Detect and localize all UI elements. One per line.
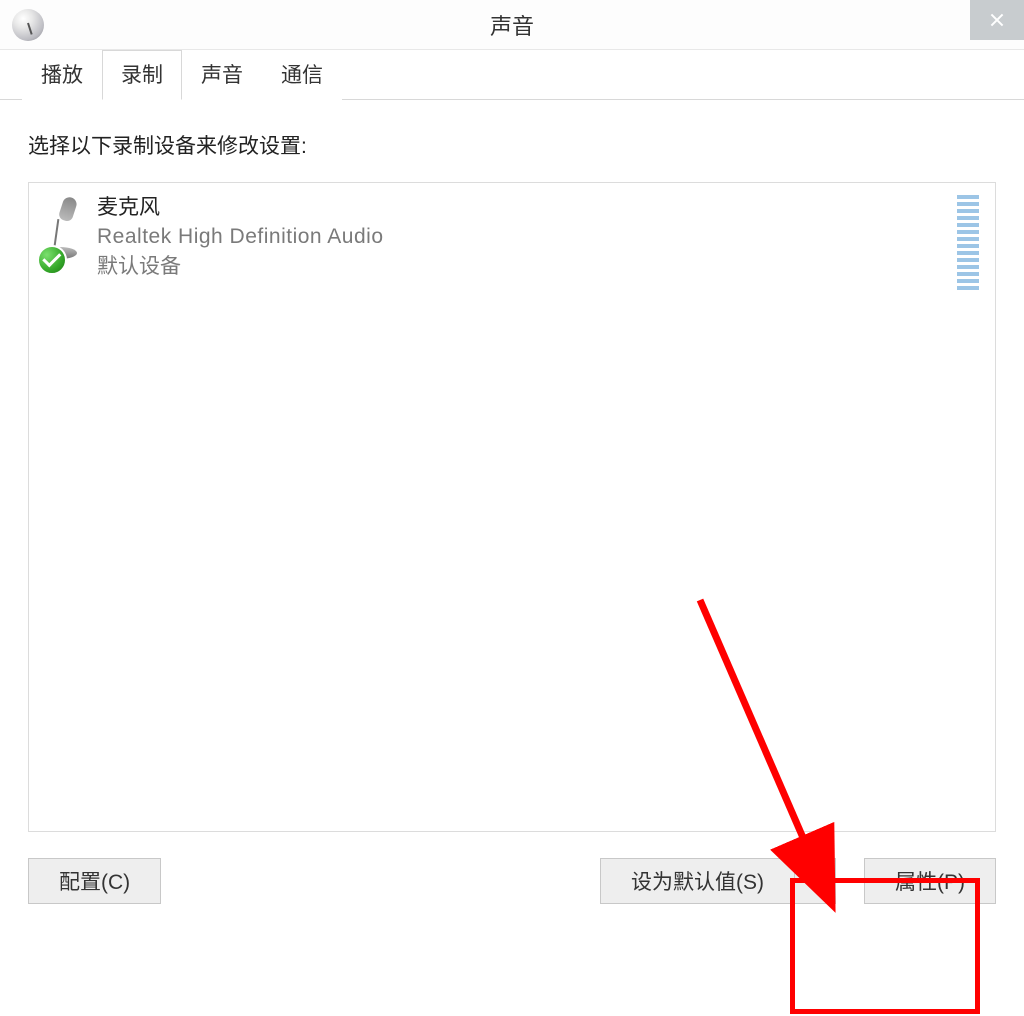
button-row: 配置(C) 设为默认值(S) 属性(P)	[28, 832, 996, 904]
set-default-dropdown[interactable]	[794, 858, 836, 904]
microphone-icon	[37, 191, 97, 290]
close-icon	[990, 13, 1004, 27]
tab-playback[interactable]: 播放	[22, 50, 102, 100]
window-title: 声音	[0, 9, 1024, 41]
set-default-split-button: 设为默认值(S)	[600, 858, 836, 904]
tab-communications[interactable]: 通信	[262, 50, 342, 100]
tab-recording[interactable]: 录制	[102, 50, 182, 100]
instruction-text: 选择以下录制设备来修改设置:	[28, 130, 996, 160]
set-default-button[interactable]: 设为默认值(S)	[600, 858, 794, 904]
device-name: 麦克风	[97, 193, 957, 222]
tab-strip: 播放 录制 声音 通信	[0, 50, 1024, 100]
close-button[interactable]	[970, 0, 1024, 40]
device-status: 默认设备	[97, 252, 957, 281]
titlebar: 声音	[0, 0, 1024, 50]
device-list[interactable]: 麦克风 Realtek High Definition Audio 默认设备	[28, 182, 996, 832]
device-item-microphone[interactable]: 麦克风 Realtek High Definition Audio 默认设备	[29, 183, 995, 300]
level-meter	[957, 195, 979, 290]
chevron-down-icon	[808, 876, 822, 886]
device-driver: Realtek High Definition Audio	[97, 222, 957, 251]
device-text: 麦克风 Realtek High Definition Audio 默认设备	[97, 191, 957, 290]
default-device-check-icon	[37, 245, 67, 275]
configure-button[interactable]: 配置(C)	[28, 858, 161, 904]
tab-sounds[interactable]: 声音	[182, 50, 262, 100]
properties-button[interactable]: 属性(P)	[864, 858, 996, 904]
recording-panel: 选择以下录制设备来修改设置: 麦克风 Realtek High Definiti…	[0, 100, 1024, 904]
